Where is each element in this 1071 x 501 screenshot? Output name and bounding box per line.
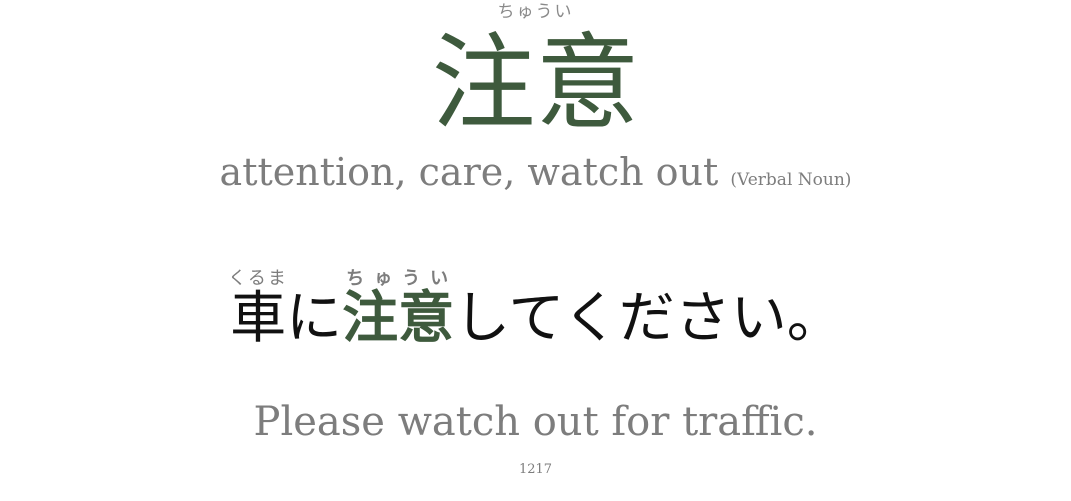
example-sentence: 車くるまに注意ちゅういしてください。 — [0, 268, 1071, 352]
meaning-text: attention, care, watch out — [219, 150, 719, 194]
sentence-word-chuui: 注意ちゅうい — [342, 268, 455, 351]
chuui-text: 注意 — [342, 285, 455, 351]
translation: Please watch out for traffic. — [253, 399, 818, 445]
meaning-line: attention, care, watch out (Verbal Noun) — [0, 148, 1071, 204]
sentence-word-kuruma: 車くるま — [228, 268, 288, 351]
part-of-speech: (Verbal Noun) — [730, 170, 852, 190]
kuruma-reading: くるま — [228, 268, 288, 289]
headword-reading: ちゅうい — [497, 2, 574, 22]
particle-ni: に — [286, 286, 343, 351]
sentence-ending: してください。 — [454, 286, 843, 351]
headword: 注意 — [431, 22, 640, 144]
chuui-reading: ちゅうい — [342, 268, 455, 289]
card-number: 1217 — [518, 462, 553, 477]
kuruma-text: 車 — [228, 286, 288, 351]
